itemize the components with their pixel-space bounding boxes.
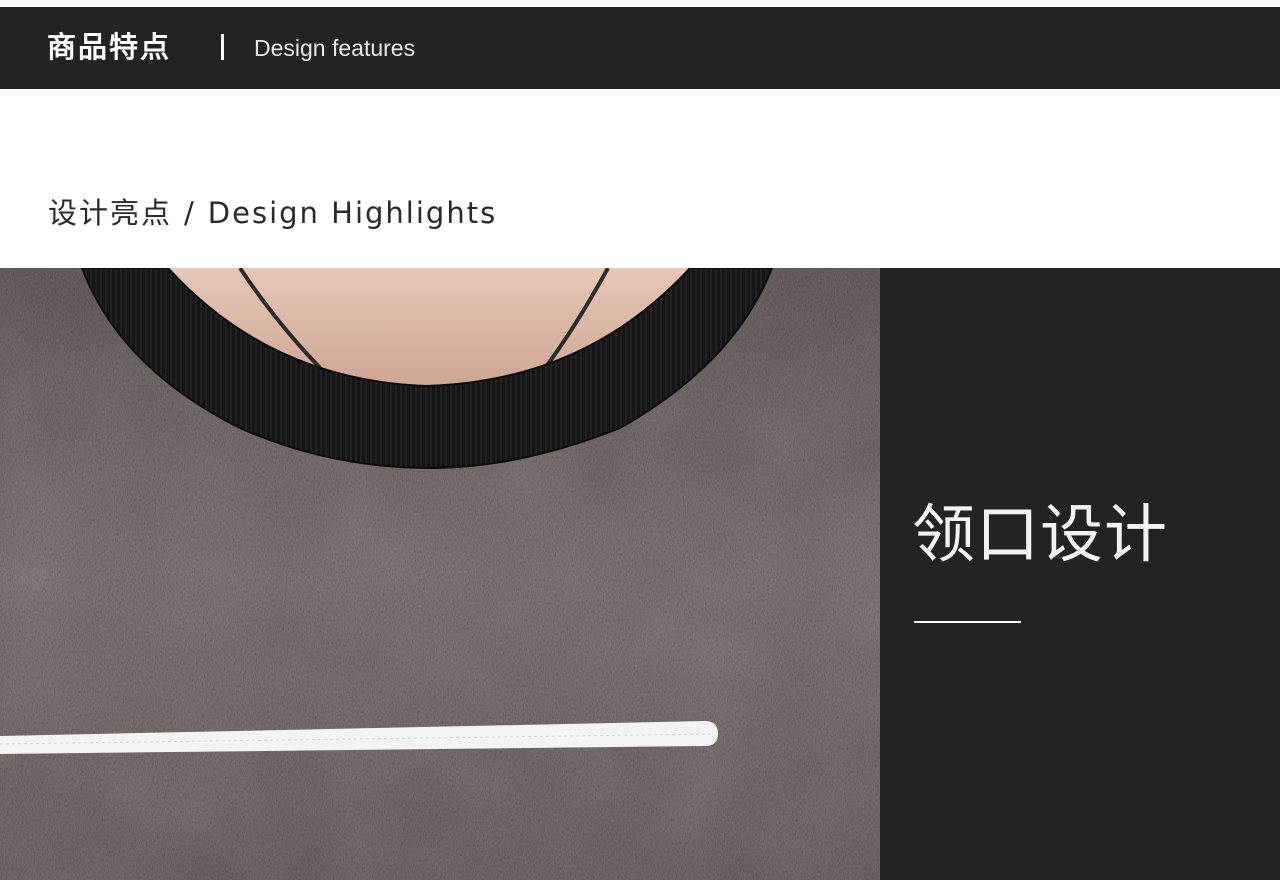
header-title-cn: 商品特点	[47, 30, 172, 64]
product-detail-page: 商品特点 Design features 设计亮点 / Design Highlig…	[0, 0, 1280, 886]
feature-label: 领口设计	[912, 498, 1168, 571]
feature-panel: 领口设计	[880, 268, 1280, 880]
sweater-collar-photo-icon	[0, 268, 880, 880]
header-title-en: Design features	[254, 35, 416, 61]
header-bar: 商品特点 Design features	[0, 7, 1280, 89]
section-title-cn: 设计亮点	[48, 196, 173, 230]
section-heading: 设计亮点 / Design Highlights	[48, 193, 497, 233]
bottom-margin	[0, 880, 1280, 886]
top-margin	[0, 0, 1280, 7]
section-title-en: Design Highlights	[207, 196, 498, 230]
collar-photo	[0, 268, 880, 880]
feature-underline	[914, 621, 1021, 623]
section-separator: /	[184, 196, 196, 230]
header-divider	[221, 34, 224, 60]
